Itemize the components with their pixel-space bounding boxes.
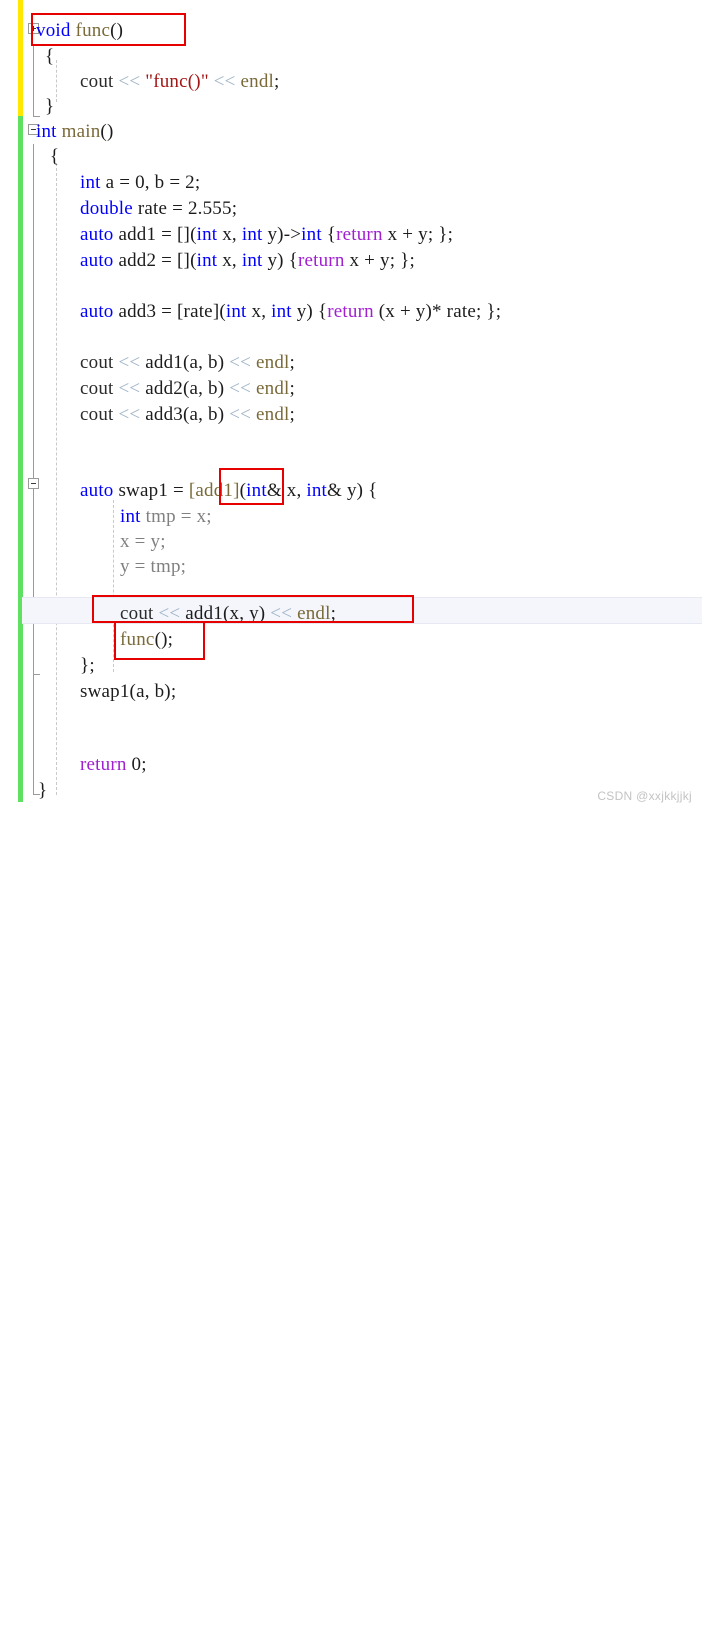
token-call-add1: add1(a, b): [145, 352, 225, 373]
token-expr: x + y; };: [382, 224, 454, 245]
token-brace: & y) {: [327, 480, 378, 501]
token-shift-operator: <<: [113, 71, 146, 92]
token-shift-operator: <<: [113, 404, 146, 425]
token-keyword-auto: auto: [80, 301, 114, 322]
token-lambda-head: add1 = [](: [113, 224, 197, 245]
token-shift-operator: <<: [224, 404, 257, 425]
token-brace: {: [321, 224, 337, 245]
code-line-21[interactable]: x = y;: [120, 529, 166, 555]
token-param-sep: x,: [246, 301, 272, 322]
code-text-layer[interactable]: void func() { cout << "func()" << endl; …: [0, 0, 702, 1634]
token-param-sep: x,: [217, 250, 242, 271]
token-expr: x + y; };: [344, 250, 415, 271]
code-line-31[interactable]: }: [38, 778, 47, 804]
token-lambda-head: add3 = [rate](: [113, 301, 226, 322]
token-param-sep: x,: [217, 224, 242, 245]
token-call-add3: add3(a, b): [145, 404, 225, 425]
token-parens: (): [100, 121, 114, 142]
highlight-void-func: [31, 13, 186, 46]
token-call-add2: add2(a, b): [145, 378, 225, 399]
token-shift-operator: <<: [113, 378, 146, 399]
code-line-7[interactable]: int a = 0, b = 2;: [80, 170, 200, 196]
token-cout: cout: [80, 352, 114, 373]
token-keyword-int: int: [241, 224, 263, 245]
token-keyword-return: return: [80, 754, 127, 775]
code-line-6[interactable]: {: [40, 144, 59, 170]
token-semicolon: ;: [289, 404, 296, 425]
token-decl-rest: a = 0, b = 2;: [100, 172, 201, 193]
highlight-func-call: [114, 621, 205, 660]
token-brace: y) {: [262, 250, 298, 271]
token-keyword-return: return: [327, 301, 374, 322]
token-semicolon: ;: [274, 71, 280, 92]
token-keyword-int: int: [196, 224, 218, 245]
code-line-4[interactable]: }: [40, 94, 54, 120]
code-line-27[interactable]: swap1(a, b);: [80, 679, 176, 705]
code-editor-pane[interactable]: void func() { cout << "func()" << endl; …: [0, 0, 702, 817]
code-line-8[interactable]: double rate = 2.555;: [80, 196, 237, 222]
token-semicolon: ;: [289, 352, 296, 373]
token-string-literal: "func()": [145, 71, 209, 92]
token-decl-rest: tmp = x;: [140, 506, 212, 527]
token-endl: endl: [256, 404, 290, 425]
code-line-30[interactable]: return 0;: [80, 752, 147, 778]
token-shift-operator: <<: [113, 352, 146, 373]
token-endl: endl: [256, 378, 290, 399]
code-line-5[interactable]: int main(): [36, 119, 113, 145]
code-line-14[interactable]: cout << add1(a, b) << endl;: [80, 350, 295, 376]
token-keyword-auto: auto: [80, 250, 114, 271]
code-line-10[interactable]: auto add2 = [](int x, int y) {return x +…: [80, 248, 415, 274]
code-line-2[interactable]: {: [40, 44, 54, 70]
token-keyword-auto: auto: [80, 480, 114, 501]
token-cout: cout: [80, 378, 114, 399]
token-keyword-return: return: [297, 250, 345, 271]
token-keyword-int: int: [196, 250, 218, 271]
token-keyword-auto: auto: [80, 224, 114, 245]
token-keyword-int: int: [36, 121, 57, 142]
token-cout: cout: [80, 404, 114, 425]
token-keyword-double: double: [80, 198, 133, 219]
token-shift-operator: <<: [224, 378, 257, 399]
token-function-main: main: [56, 121, 101, 142]
token-keyword-int: int: [225, 301, 247, 322]
token-shift-operator: <<: [224, 352, 257, 373]
token-keyword-int: int: [80, 172, 101, 193]
code-line-20[interactable]: int tmp = x;: [120, 504, 212, 530]
token-lambda-head: add2 = [](: [113, 250, 197, 271]
token-keyword-int: int: [241, 250, 263, 271]
token-arrow: y)->: [262, 224, 302, 245]
token-keyword-int: int: [271, 301, 292, 322]
code-line-22[interactable]: y = tmp;: [120, 554, 186, 580]
token-keyword-return: return: [336, 224, 383, 245]
code-line-9[interactable]: auto add1 = [](int x, int y)->int {retur…: [80, 222, 453, 248]
token-semicolon: ;: [289, 378, 296, 399]
code-line-3[interactable]: cout << "func()" << endl;: [80, 69, 280, 95]
token-lambda-name: swap1 =: [113, 480, 189, 501]
code-line-12[interactable]: auto add3 = [rate](int x, int y) {return…: [80, 299, 501, 325]
token-keyword-int: int: [306, 480, 328, 501]
highlight-cout-add1: [92, 595, 414, 623]
token-return-value: 0;: [126, 754, 147, 775]
token-decl-rest: rate = 2.555;: [132, 198, 238, 219]
token-brace: y) {: [291, 301, 328, 322]
highlight-capture-add1: [219, 468, 284, 505]
token-keyword-int: int: [120, 506, 141, 527]
token-cout: cout: [80, 71, 114, 92]
code-line-26[interactable]: };: [80, 653, 95, 679]
watermark-text: CSDN @xxjkkjjkj: [597, 789, 692, 803]
token-expr: (x + y)* rate; };: [373, 301, 502, 322]
code-line-15[interactable]: cout << add2(a, b) << endl;: [80, 376, 295, 402]
token-shift-operator: <<: [208, 71, 241, 92]
token-endl: endl: [240, 71, 275, 92]
token-keyword-int: int: [301, 224, 322, 245]
code-line-16[interactable]: cout << add3(a, b) << endl;: [80, 402, 295, 428]
token-endl: endl: [256, 352, 290, 373]
